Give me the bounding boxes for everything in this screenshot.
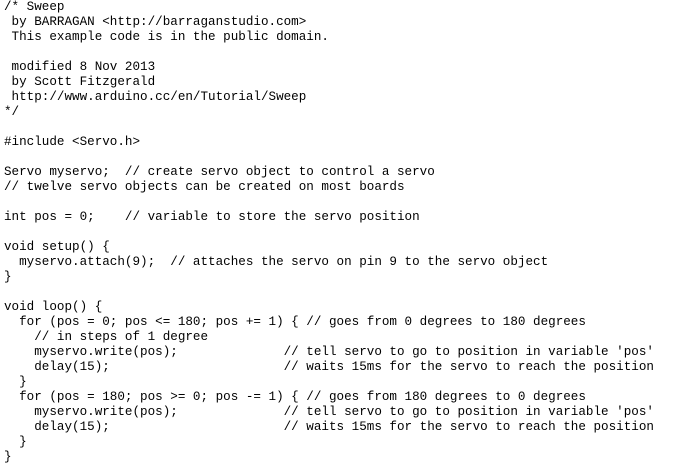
code-line: by Scott Fitzgerald bbox=[4, 75, 156, 89]
code-line: Servo myservo; // create servo object to… bbox=[4, 165, 435, 179]
code-view[interactable]: /* Sweep by BARRAGAN <http://barraganstu… bbox=[4, 0, 682, 470]
code-line: #include <Servo.h> bbox=[4, 135, 141, 149]
code-line: // in steps of 1 degree bbox=[4, 330, 209, 344]
code-line: for (pos = 0; pos <= 180; pos += 1) { //… bbox=[4, 315, 586, 329]
code-line: by BARRAGAN <http://barraganstudio.com> bbox=[4, 15, 307, 29]
code-line: delay(15); // waits 15ms for the servo t… bbox=[4, 420, 654, 434]
code-line: } bbox=[4, 270, 12, 284]
code-line: myservo.write(pos); // tell servo to go … bbox=[4, 345, 654, 359]
code-line: myservo.write(pos); // tell servo to go … bbox=[4, 405, 654, 419]
code-line: This example code is in the public domai… bbox=[4, 30, 329, 44]
code-line: delay(15); // waits 15ms for the servo t… bbox=[4, 360, 654, 374]
code-line: void loop() { bbox=[4, 300, 103, 314]
code-line: int pos = 0; // variable to store the se… bbox=[4, 210, 420, 224]
code-line: // twelve servo objects can be created o… bbox=[4, 180, 405, 194]
code-line: */ bbox=[4, 105, 20, 119]
code-line: } bbox=[4, 375, 27, 389]
code-line: modified 8 Nov 2013 bbox=[4, 60, 156, 74]
code-line: for (pos = 180; pos >= 0; pos -= 1) { //… bbox=[4, 390, 586, 404]
code-line: void setup() { bbox=[4, 240, 110, 254]
code-line: http://www.arduino.cc/en/Tutorial/Sweep bbox=[4, 90, 307, 104]
code-line: /* Sweep bbox=[4, 0, 65, 14]
code-line: } bbox=[4, 450, 12, 464]
code-line: } bbox=[4, 435, 27, 449]
code-line: myservo.attach(9); // attaches the servo… bbox=[4, 255, 549, 269]
